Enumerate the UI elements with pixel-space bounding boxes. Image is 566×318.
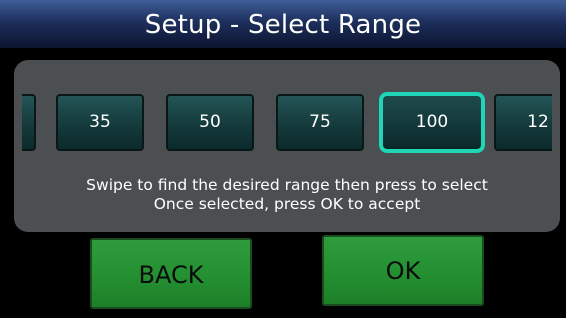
range-option-125-button-partial[interactable]: 12: [494, 94, 552, 151]
range-option-100-button-selected[interactable]: 100: [379, 92, 485, 153]
page-title: Setup - Select Range: [144, 10, 422, 40]
range-option-35-button[interactable]: 35: [56, 94, 144, 151]
back-button[interactable]: BACK: [90, 238, 252, 309]
title-bar: Setup - Select Range: [0, 0, 566, 48]
range-option-75-button[interactable]: 75: [276, 94, 364, 151]
instructions-line-1: Swipe to find the desired range then pre…: [86, 176, 488, 194]
range-option-button[interactable]: [22, 94, 36, 151]
instructions-text: Swipe to find the desired range then pre…: [14, 176, 560, 214]
range-selection-panel: 35 50 75 100 12 Swipe to find the desire…: [14, 60, 560, 232]
ok-button[interactable]: OK: [322, 235, 484, 306]
setup-screen: Setup - Select Range 35 50 75 100 12 Swi…: [0, 0, 566, 318]
range-option-50-button[interactable]: 50: [166, 94, 254, 151]
range-carousel[interactable]: 35 50 75 100 12: [22, 92, 552, 157]
instructions-line-2: Once selected, press OK to accept: [153, 195, 421, 213]
